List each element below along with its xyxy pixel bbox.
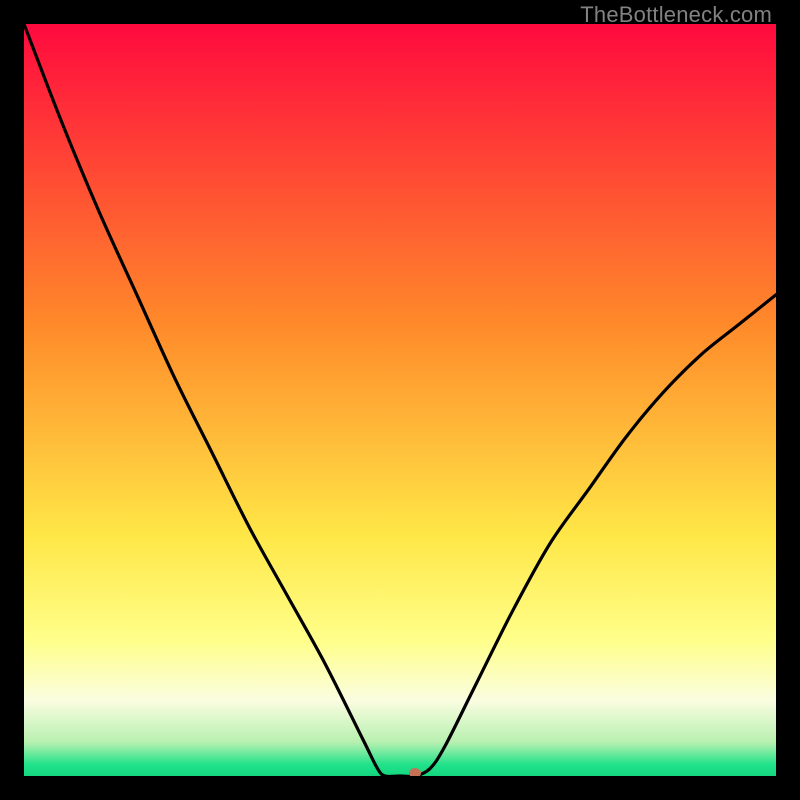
plot-area (24, 24, 776, 776)
bottleneck-chart (24, 24, 776, 776)
chart-root: TheBottleneck.com (0, 0, 800, 800)
gradient-bg (24, 24, 776, 776)
